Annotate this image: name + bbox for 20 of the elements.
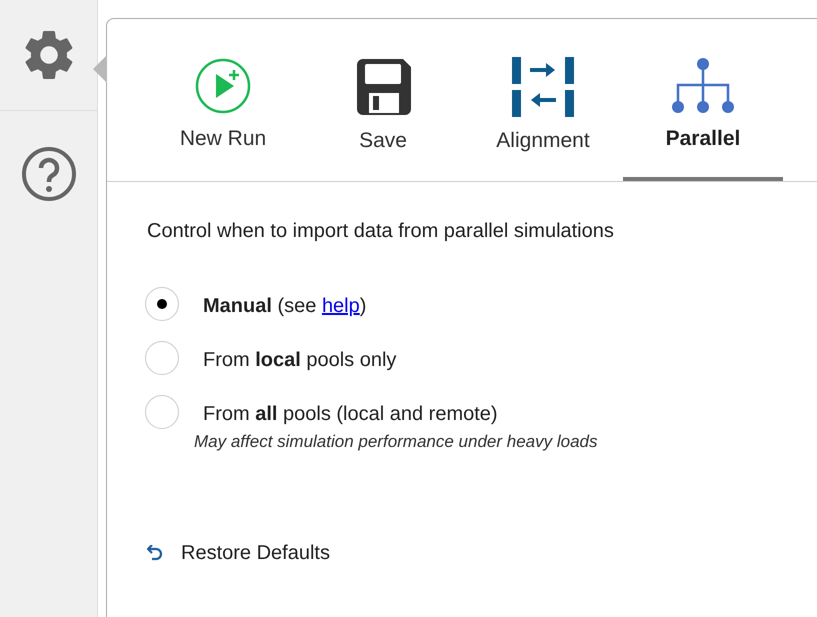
option-note: May affect simulation performance under heavy loads — [194, 432, 598, 452]
help-link[interactable]: help — [322, 295, 360, 317]
restore-defaults-button[interactable]: Restore Defaults — [147, 542, 330, 565]
hierarchy-icon — [670, 57, 736, 115]
help-icon[interactable] — [20, 146, 76, 202]
toolbar-tab[interactable]: Parallel — [623, 57, 783, 181]
radio-button[interactable] — [145, 341, 179, 375]
toolbar-tab[interactable]: New Run — [143, 57, 303, 181]
option-label: From local pools only — [203, 349, 396, 372]
toolbar-tab[interactable]: Alignment — [463, 57, 623, 181]
popover-pointer — [93, 55, 107, 83]
radio-button[interactable] — [145, 287, 179, 321]
option-label: Manual (see help) — [203, 295, 366, 318]
undo-icon — [147, 544, 163, 562]
alignment-arrows-icon — [512, 57, 574, 117]
play-plus-icon — [194, 57, 252, 115]
toolbar-tab[interactable]: Save — [303, 57, 463, 181]
option-label: From all pools (local and remote) — [203, 403, 499, 426]
description-text: Control when to import data from parallel simulations — [147, 220, 615, 243]
radio-button[interactable] — [145, 395, 179, 429]
